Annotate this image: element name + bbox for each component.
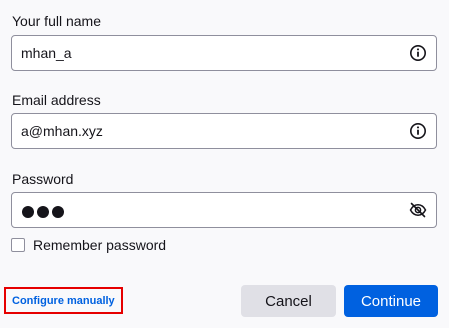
full-name-input[interactable]: mhan_a [11,35,437,71]
email-value: a@mhan.xyz [21,123,103,139]
configure-manually-link[interactable]: Configure manually [4,287,123,314]
cancel-button[interactable]: Cancel [241,285,336,317]
password-dot [22,206,34,218]
password-label: Password [12,171,74,187]
info-icon[interactable] [409,122,427,140]
password-dot [52,206,64,218]
password-dot [37,206,49,218]
eye-slash-icon[interactable] [409,201,427,219]
full-name-value: mhan_a [21,45,72,61]
continue-button[interactable]: Continue [344,285,438,317]
full-name-label: Your full name [12,13,101,29]
remember-password-label[interactable]: Remember password [33,237,166,253]
email-label: Email address [12,92,101,108]
info-icon[interactable] [409,44,427,62]
remember-password-row[interactable]: Remember password [11,236,166,254]
remember-password-checkbox[interactable] [11,238,25,252]
password-input[interactable] [11,192,437,228]
email-input[interactable]: a@mhan.xyz [11,113,437,149]
password-masked-value [22,206,64,218]
